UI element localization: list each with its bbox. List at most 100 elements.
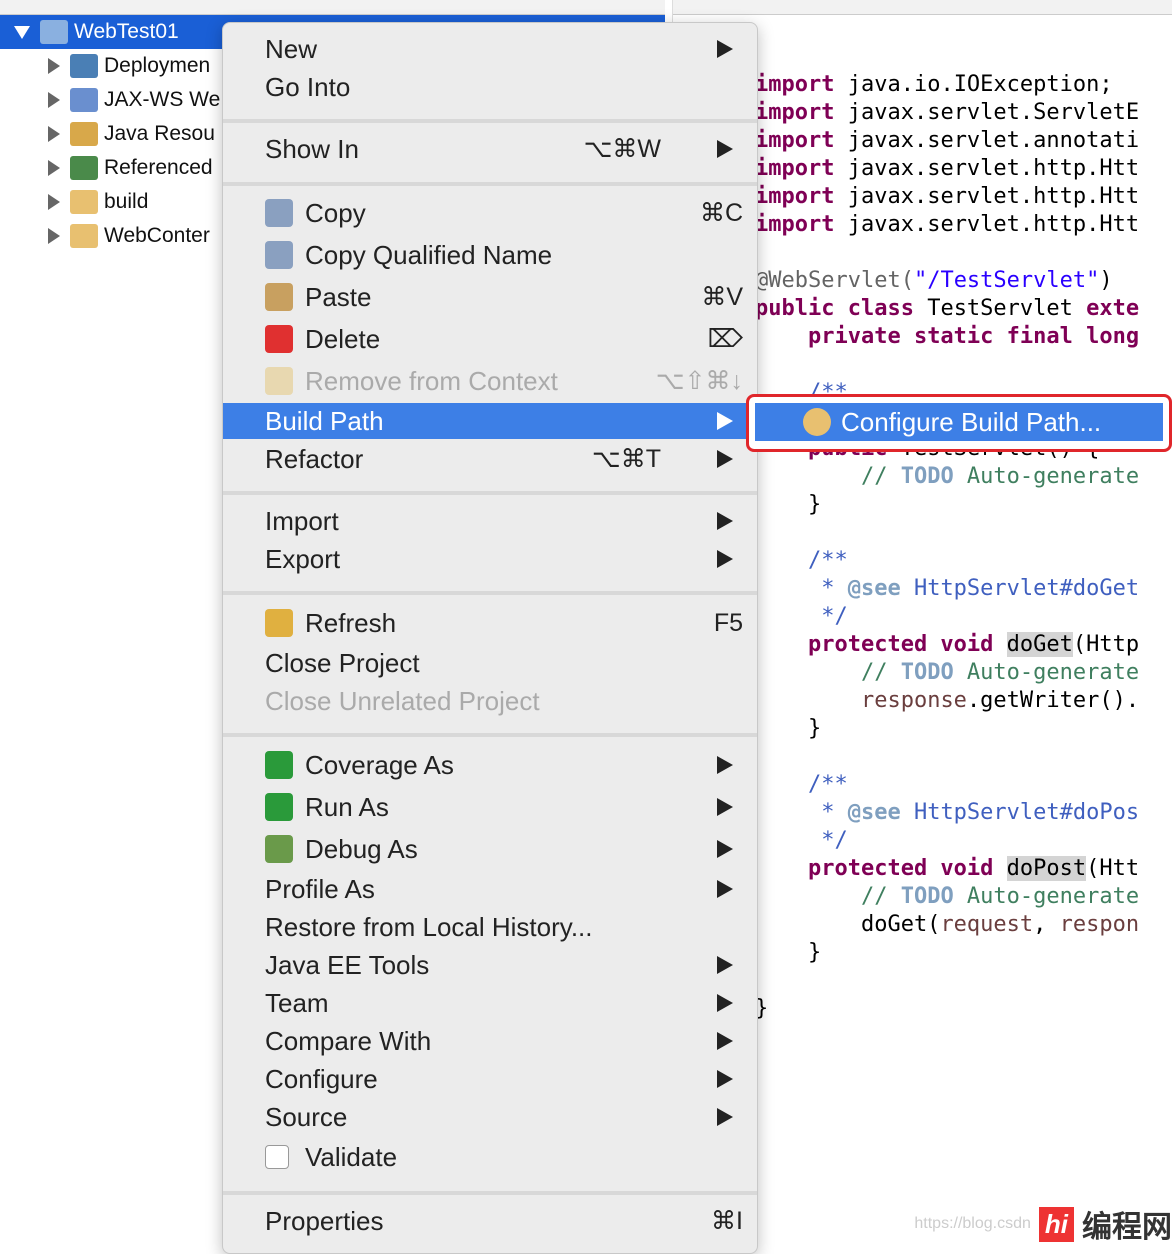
menu-item-label: Go Into bbox=[265, 71, 351, 102]
menu-item-export[interactable]: Export bbox=[223, 541, 757, 577]
code-token: protected void bbox=[807, 632, 994, 657]
tree-item[interactable]: build bbox=[48, 185, 148, 219]
tree-item[interactable]: WebConter bbox=[48, 219, 210, 253]
tree-item-label: build bbox=[104, 190, 149, 213]
code-token: * bbox=[755, 800, 848, 825]
code-token: request bbox=[940, 912, 1034, 937]
expand-arrow-icon[interactable] bbox=[48, 92, 60, 108]
menu-item-label: Import bbox=[265, 505, 339, 536]
shortcut-label: ⌘I bbox=[711, 1207, 743, 1235]
code-line: @WebServlet("/TestServlet") bbox=[755, 268, 1113, 293]
menu-item-label: Copy Qualified Name bbox=[305, 239, 553, 270]
shortcut-label: ⌘V bbox=[701, 283, 743, 311]
code-token: } bbox=[755, 716, 822, 741]
code-token: javax.servlet.http.Htt bbox=[834, 156, 1140, 181]
menu-item-source[interactable]: Source bbox=[223, 1099, 757, 1135]
expand-arrow-icon[interactable] bbox=[14, 25, 30, 39]
remove-from-context-icon bbox=[265, 367, 293, 395]
menu-item-label: Close Unrelated Project bbox=[265, 685, 540, 716]
menu-item-label: Restore from Local History... bbox=[265, 911, 593, 942]
menu-item-copy-qualified-name[interactable]: Copy Qualified Name bbox=[223, 237, 757, 273]
menu-item-run-as[interactable]: Run As bbox=[223, 789, 757, 825]
deployment-descriptor-icon bbox=[70, 54, 98, 78]
code-line: import javax.servlet.http.Htt bbox=[755, 184, 1139, 209]
menu-item-label: Validate bbox=[305, 1141, 398, 1172]
expand-arrow-icon[interactable] bbox=[48, 228, 60, 244]
code-token: ) bbox=[1099, 268, 1113, 293]
code-token: } bbox=[755, 940, 822, 965]
menu-item-build-path[interactable]: Build Path bbox=[223, 403, 757, 439]
delete-icon bbox=[265, 325, 293, 353]
menu-item-new[interactable]: New bbox=[223, 31, 757, 67]
menu-item-refactor[interactable]: Refactor ⌥⌘T bbox=[223, 441, 757, 477]
expand-arrow-icon[interactable] bbox=[48, 194, 60, 210]
expand-arrow-icon[interactable] bbox=[48, 58, 60, 74]
submenu-arrow-icon bbox=[717, 756, 733, 774]
menu-item-label: Team bbox=[265, 987, 329, 1018]
tree-item-label: Deploymen bbox=[104, 54, 211, 77]
menu-item-java-ee-tools[interactable]: Java EE Tools bbox=[223, 947, 757, 983]
menu-item-close-project[interactable]: Close Project bbox=[223, 645, 757, 681]
web-project-icon bbox=[40, 20, 68, 44]
code-token: Auto-generate bbox=[953, 884, 1140, 909]
context-menu: New Go Into Show In ⌥⌘W Copy ⌘C Copy Qualified… bbox=[222, 22, 758, 1254]
tree-item[interactable]: JAX-WS We bbox=[48, 83, 220, 117]
code-token: doGet bbox=[1006, 632, 1073, 657]
code-token: , bbox=[1033, 912, 1060, 937]
code-token: Auto-generate bbox=[953, 660, 1140, 685]
code-token: javax.servlet.http.Htt bbox=[834, 212, 1140, 237]
code-line: */ bbox=[755, 604, 848, 629]
menu-item-configure[interactable]: Configure bbox=[223, 1061, 757, 1097]
menu-item-profile-as[interactable]: Profile As bbox=[223, 871, 757, 907]
code-token: doPost bbox=[1006, 856, 1087, 881]
menu-item-restore-from-local-history[interactable]: Restore from Local History... bbox=[223, 909, 757, 945]
menu-item-close-unrelated-project[interactable]: Close Unrelated Project bbox=[223, 683, 757, 719]
menu-item-paste[interactable]: Paste ⌘V bbox=[223, 279, 757, 315]
menu-item-refresh[interactable]: Refresh F5 bbox=[223, 605, 757, 641]
tree-item[interactable]: Java Resou bbox=[48, 117, 215, 151]
code-token: import bbox=[755, 212, 835, 237]
menu-item-validate[interactable]: Validate bbox=[223, 1139, 757, 1175]
menu-item-copy[interactable]: Copy ⌘C bbox=[223, 195, 757, 231]
menu-item-coverage-as[interactable]: Coverage As bbox=[223, 747, 757, 783]
code-token: private static final long bbox=[807, 324, 1140, 349]
code-token: // bbox=[755, 464, 901, 489]
run-icon bbox=[265, 793, 293, 821]
debug-icon bbox=[265, 835, 293, 863]
menu-item-remove-from-context[interactable]: Remove from Context ⌥⇧⌘↓ bbox=[223, 363, 757, 399]
libraries-icon bbox=[70, 156, 98, 180]
menu-item-compare-with[interactable]: Compare With bbox=[223, 1023, 757, 1059]
tree-item[interactable]: Referenced bbox=[48, 151, 213, 185]
jaxws-icon bbox=[70, 88, 98, 112]
menu-item-properties[interactable]: Properties ⌘I bbox=[223, 1203, 757, 1239]
expand-arrow-icon[interactable] bbox=[48, 126, 60, 142]
code-line: // TODO Auto-generate bbox=[755, 660, 1139, 685]
menu-item-label: Show In bbox=[265, 133, 359, 164]
project-name: WebTest01 bbox=[74, 20, 179, 43]
menu-item-show-in[interactable]: Show In ⌥⌘W bbox=[223, 131, 757, 167]
code-token: response bbox=[860, 688, 967, 713]
code-line: response.getWriter(). bbox=[755, 688, 1139, 713]
watermark-url: https://blog.csdn bbox=[914, 1215, 1031, 1232]
expand-arrow-icon[interactable] bbox=[48, 160, 60, 176]
folder-icon bbox=[70, 224, 98, 248]
menu-item-configure-build-path[interactable]: Configure Build Path... bbox=[755, 403, 1163, 441]
code-token: (Http bbox=[1072, 632, 1140, 657]
menu-item-team[interactable]: Team bbox=[223, 985, 757, 1021]
submenu-arrow-icon bbox=[717, 1032, 733, 1050]
menu-item-delete[interactable]: Delete ⌦ bbox=[223, 321, 757, 357]
tree-item[interactable]: Deploymen bbox=[48, 49, 210, 83]
watermark: https://blog.csdn hi 编程网 bbox=[914, 1202, 1172, 1246]
menu-item-label: Configure bbox=[265, 1063, 378, 1094]
code-line: import javax.servlet.http.Htt bbox=[755, 212, 1139, 237]
code-line: doGet(request, respon bbox=[755, 912, 1139, 937]
menu-item-label: Source bbox=[265, 1101, 348, 1132]
menu-item-label: Refresh bbox=[305, 607, 397, 638]
menu-item-debug-as[interactable]: Debug As bbox=[223, 831, 757, 867]
code-token: Auto-generate bbox=[953, 464, 1140, 489]
menu-item-go-into[interactable]: Go Into bbox=[223, 69, 757, 105]
menu-item-import[interactable]: Import bbox=[223, 503, 757, 539]
code-token: exte bbox=[1086, 296, 1140, 321]
